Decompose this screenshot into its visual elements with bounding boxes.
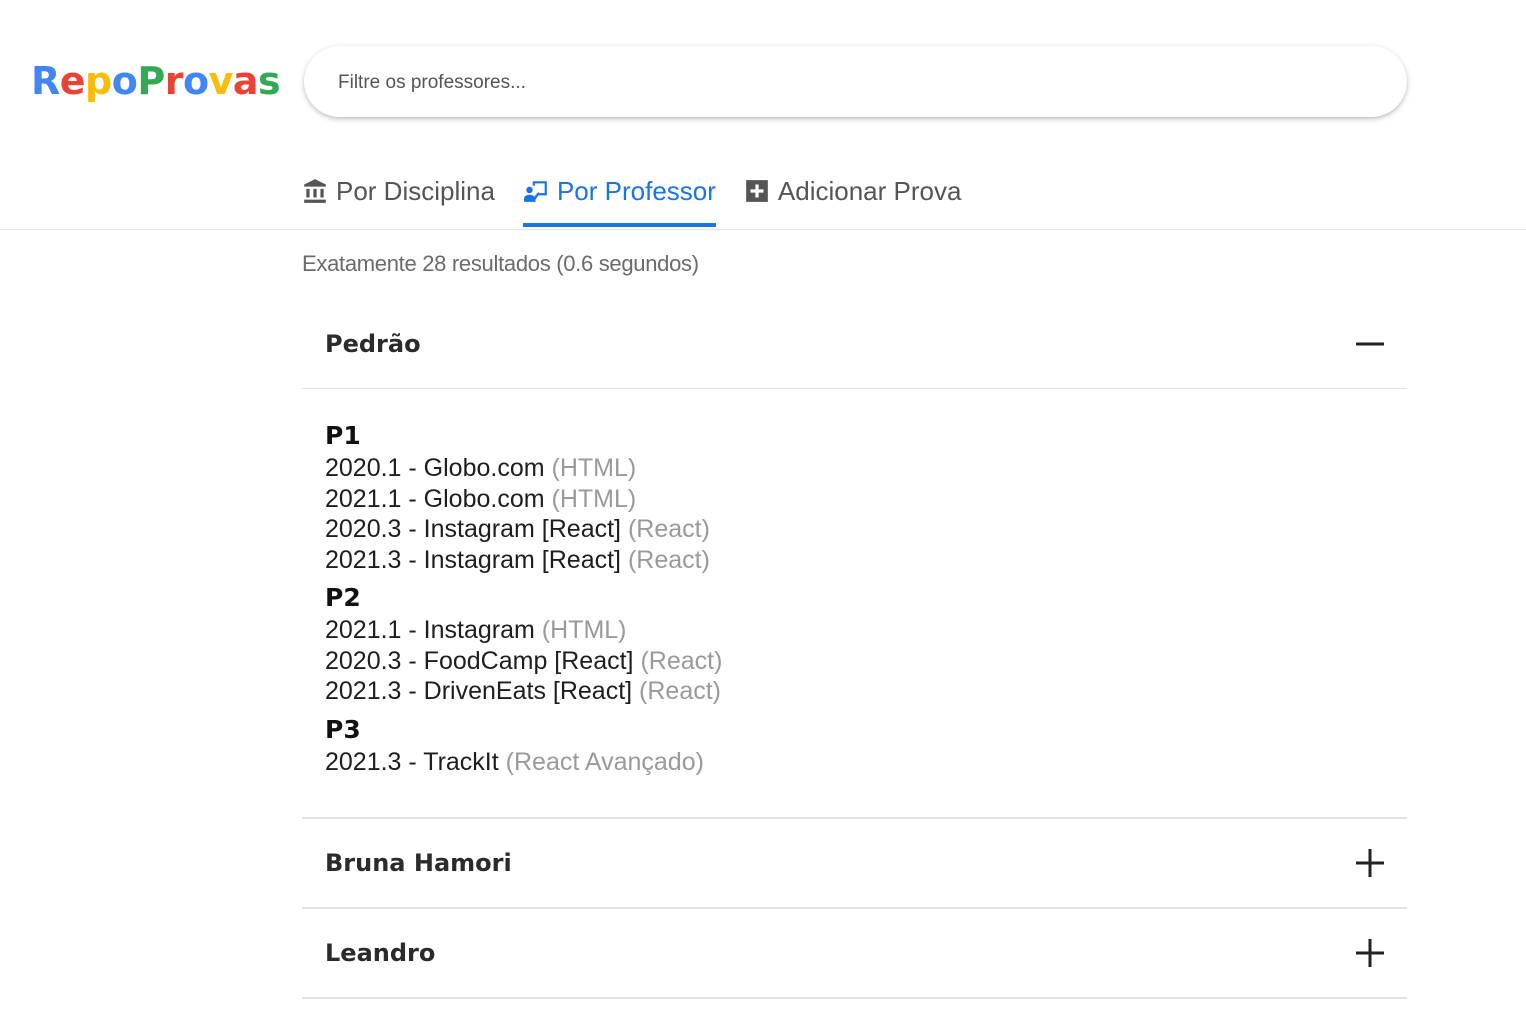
test-label: 2021.3 - TrackIt — [325, 747, 499, 776]
test-discipline: (React) — [639, 677, 722, 705]
test-discipline: (HTML) — [551, 484, 637, 513]
test-discipline: (React Avançado) — [505, 747, 704, 776]
logo-letter: a — [232, 59, 259, 103]
accordion-header[interactable]: Bruna Hamori — [302, 819, 1407, 907]
tab-por-professor[interactable]: Por Professor — [522, 168, 716, 227]
tab-label: Por Professor — [556, 175, 716, 206]
plus-icon[interactable] — [1355, 938, 1385, 968]
tab-adicionar-prova[interactable]: Adicionar Prova — [744, 168, 962, 214]
logo-letter: p — [85, 59, 112, 103]
tab-bar: Por Disciplina Por Professor Adicionar P… — [302, 168, 989, 230]
test-label: 2020.3 - FoodCamp [React] — [325, 646, 634, 675]
search-bar — [304, 46, 1407, 119]
plus-box-icon — [746, 180, 768, 202]
test-label: 2021.1 - Globo.com — [325, 484, 545, 513]
category-group: P3 2021.3 - TrackIt (React Avançado) — [325, 713, 1384, 778]
logo-letter: o — [111, 59, 138, 103]
logo-letter: v — [208, 59, 234, 103]
logo-letter: r — [164, 59, 184, 103]
test-label: 2021.1 - Instagram — [325, 616, 535, 644]
test-discipline: (HTML) — [541, 616, 627, 644]
search-input[interactable] — [336, 46, 1370, 119]
tab-label: Por Disciplina — [336, 175, 495, 206]
tab-divider — [0, 229, 1526, 230]
accordion-item: Leandro — [302, 909, 1407, 999]
category-title: P2 — [325, 583, 361, 612]
plus-icon[interactable] — [1355, 848, 1385, 878]
accordion-header[interactable]: Leandro — [302, 909, 1407, 997]
accordion-item: Pedrão P1 2020.1 - Globo.com (HTML) 2021… — [302, 300, 1407, 819]
accordion-item: Bruna Hamori — [302, 819, 1407, 909]
test-discipline: (React) — [627, 515, 710, 543]
category-group: P2 2021.1 - Instagram (HTML) 2020.3 - Fo… — [325, 581, 1384, 707]
test-label: 2020.1 - Globo.com — [325, 454, 545, 482]
test-link[interactable]: 2020.3 - FoodCamp [React] (React) — [325, 646, 1384, 677]
test-discipline: (React) — [640, 646, 723, 675]
test-link[interactable]: 2021.1 - Globo.com (HTML) — [325, 484, 1384, 515]
minus-icon[interactable] — [1355, 329, 1385, 359]
test-label: 2021.3 - DrivenEats [React] — [325, 677, 633, 705]
test-label: 2021.3 - Instagram [React] — [325, 545, 621, 574]
test-link[interactable]: 2020.3 - Instagram [React] (React) — [325, 514, 1384, 545]
accordion-header[interactable]: Pedrão — [302, 300, 1407, 389]
test-discipline: (React) — [627, 545, 710, 574]
teacher-accordion: Pedrão P1 2020.1 - Globo.com (HTML) 2021… — [302, 300, 1407, 999]
teacher-name: Bruna Hamori — [325, 849, 512, 877]
teacher-name: Leandro — [325, 939, 436, 967]
test-link[interactable]: 2021.3 - TrackIt (React Avançado) — [325, 747, 1384, 778]
test-link[interactable]: 2021.3 - Instagram [React] (React) — [325, 545, 1384, 576]
bank-icon — [304, 179, 326, 203]
tab-por-disciplina[interactable]: Por Disciplina — [302, 168, 495, 214]
teacher-icon — [524, 181, 547, 202]
tab-label: Adicionar Prova — [777, 175, 962, 206]
app-logo: RepoProvas — [31, 55, 281, 107]
test-link[interactable]: 2021.3 - DrivenEats [React] (React) — [325, 676, 1384, 707]
results-summary: Exatamente 28 resultados (0.6 segundos) — [302, 251, 699, 276]
test-link[interactable]: 2020.1 - Globo.com (HTML) — [325, 453, 1384, 484]
logo-letter: R — [31, 59, 60, 103]
category-title: P1 — [325, 421, 361, 450]
accordion-body: P1 2020.1 - Globo.com (HTML) 2021.1 - Gl… — [302, 389, 1407, 817]
test-discipline: (HTML) — [551, 454, 637, 482]
logo-letter: o — [182, 59, 209, 103]
teacher-name: Pedrão — [325, 330, 421, 358]
category-group: P1 2020.1 - Globo.com (HTML) 2021.1 - Gl… — [325, 419, 1384, 575]
logo-letter: e — [59, 59, 86, 103]
test-label: 2020.3 - Instagram [React] — [325, 515, 621, 543]
category-title: P3 — [325, 714, 361, 744]
logo-letter: s — [258, 59, 281, 103]
logo-letter: P — [137, 59, 165, 103]
test-link[interactable]: 2021.1 - Instagram (HTML) — [325, 615, 1384, 646]
